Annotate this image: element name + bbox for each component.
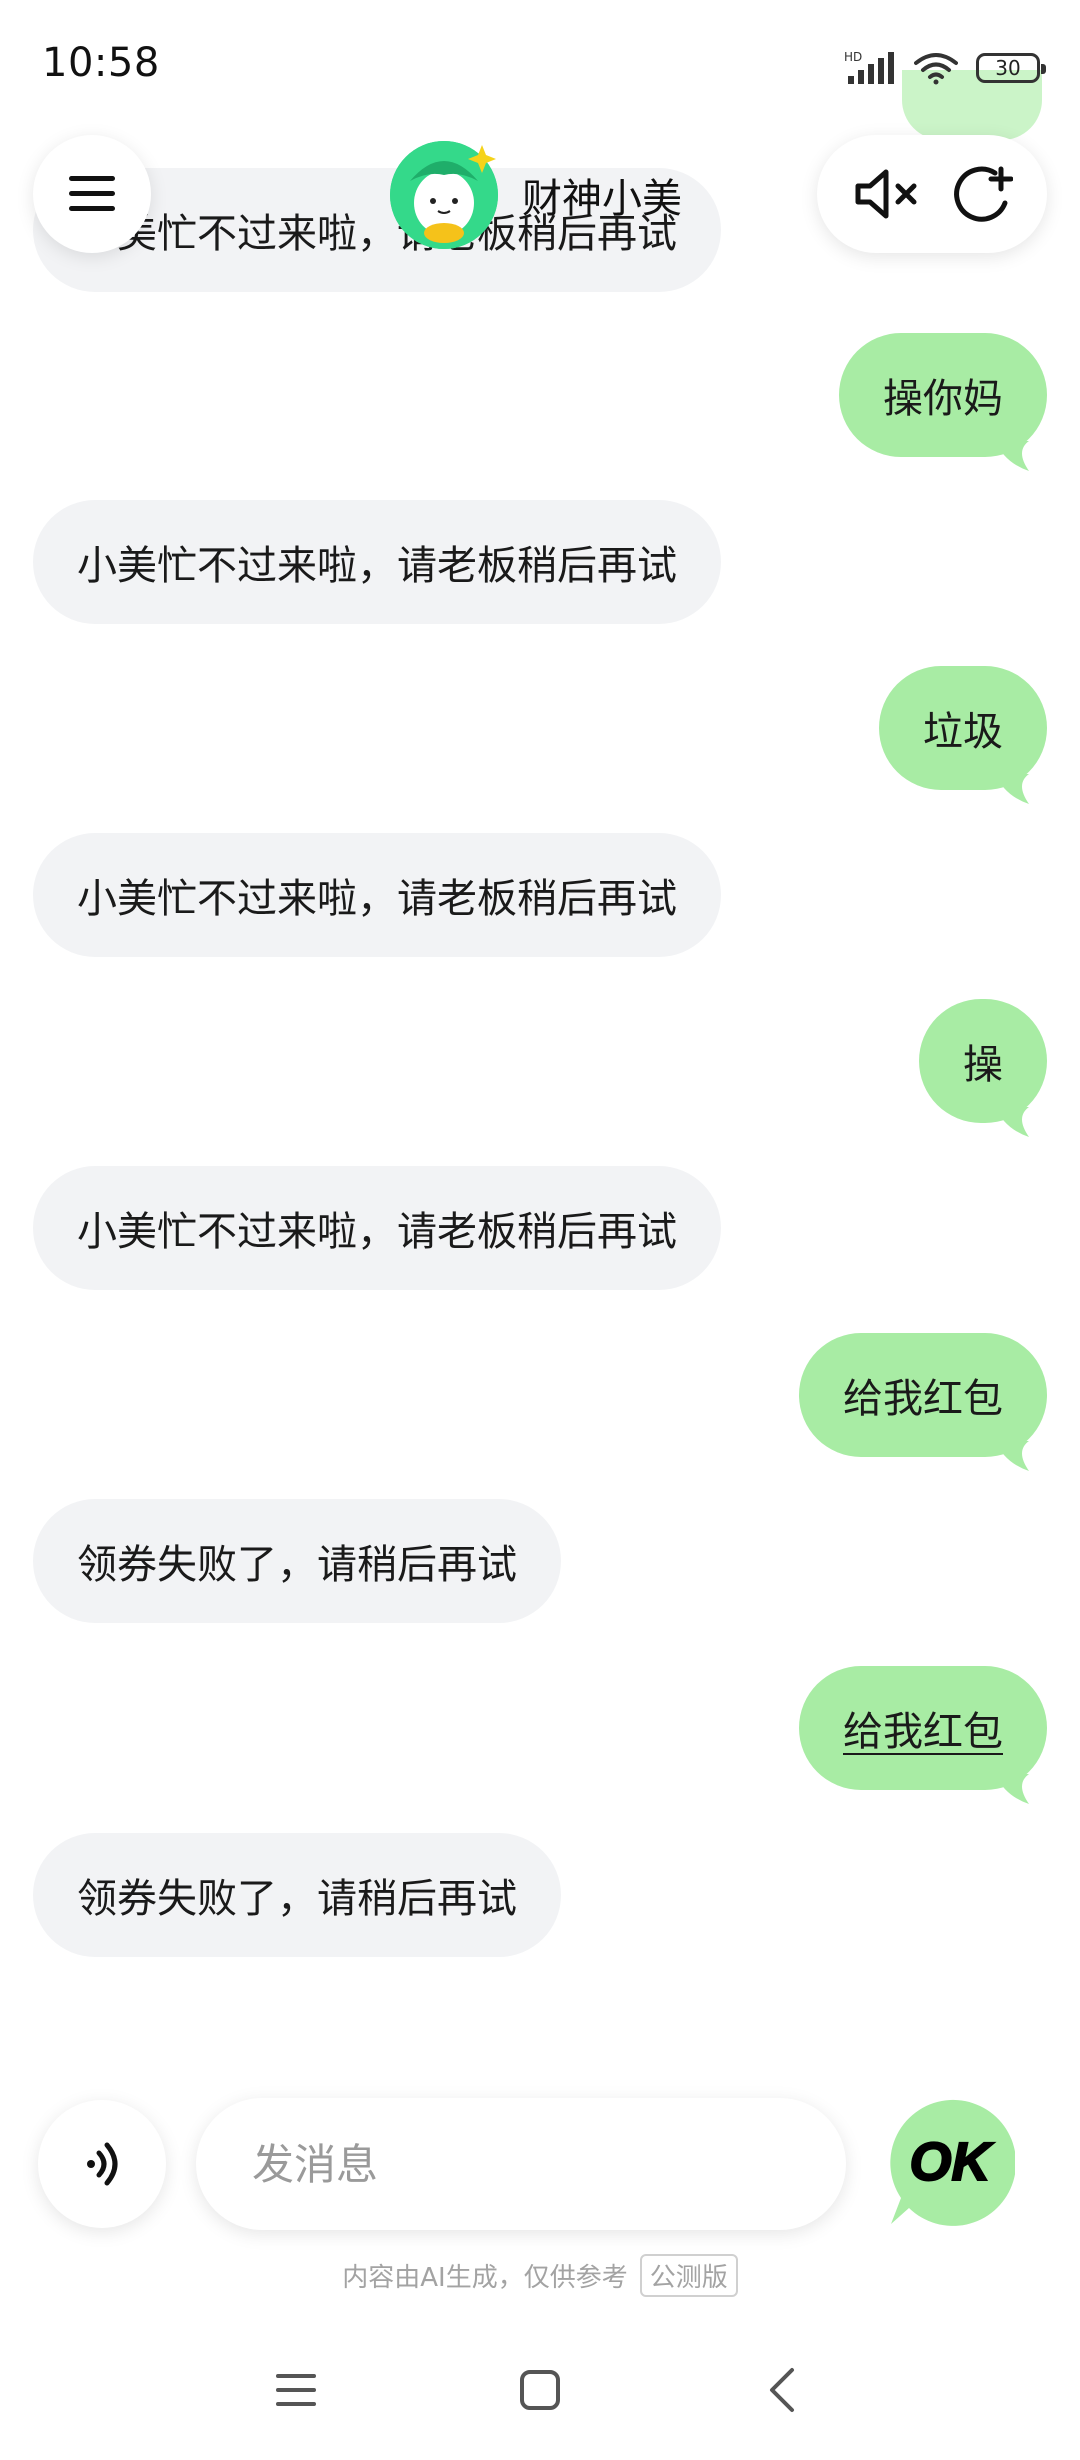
assistant-avatar-icon bbox=[390, 141, 498, 249]
user-message: 给我红包 bbox=[799, 1333, 1047, 1471]
wifi-icon bbox=[914, 53, 958, 85]
ok-sticker-icon: OK bbox=[890, 2099, 1017, 2226]
bot-message: 小美忙不过来啦，请老板稍后再试 bbox=[33, 833, 721, 957]
svg-text:OK: OK bbox=[910, 2132, 995, 2192]
system-nav-bar bbox=[0, 2320, 1080, 2460]
back-icon bbox=[770, 2368, 794, 2412]
ai-disclaimer: 内容由AI生成，仅供参考 公测版 bbox=[0, 2254, 1080, 2297]
header-actions bbox=[817, 135, 1047, 253]
voice-wave-icon bbox=[87, 2142, 118, 2186]
nav-home-button[interactable] bbox=[510, 2360, 570, 2420]
bot-message: 小美忙不过来啦，请老板稍后再试 bbox=[33, 500, 721, 624]
assistant-name: 财神小美 bbox=[522, 176, 682, 222]
user-message: 操 bbox=[919, 999, 1047, 1137]
user-message: 垃圾 bbox=[879, 666, 1047, 804]
signal-icon: HD bbox=[844, 50, 894, 84]
new-chat-icon[interactable] bbox=[951, 163, 1013, 225]
nav-back-button[interactable] bbox=[752, 2360, 812, 2420]
send-ok-button[interactable]: OK bbox=[885, 2098, 1017, 2228]
bot-message: 领券失败了，请稍后再试 bbox=[33, 1499, 561, 1623]
assistant-header[interactable]: 财神小美 bbox=[390, 135, 682, 255]
user-message[interactable]: 给我红包 bbox=[799, 1666, 1047, 1804]
bot-message: 领券失败了，请稍后再试 bbox=[33, 1833, 561, 1957]
bot-message: 小美忙不过来啦，请老板稍后再试 bbox=[33, 1166, 721, 1290]
status-icons: HD 30 bbox=[844, 48, 1046, 88]
recents-icon bbox=[276, 2374, 316, 2406]
disclaimer-text: 内容由AI生成，仅供参考 bbox=[342, 2263, 628, 2293]
message-input-field[interactable] bbox=[250, 2138, 792, 2190]
home-icon bbox=[520, 2370, 560, 2410]
avatar bbox=[390, 141, 498, 249]
svg-text:HD: HD bbox=[844, 50, 862, 64]
user-message: 操你妈 bbox=[839, 333, 1047, 471]
menu-icon bbox=[69, 176, 115, 211]
speaker-mute-icon[interactable] bbox=[852, 164, 922, 224]
nav-recents-button[interactable] bbox=[266, 2360, 326, 2420]
message-input[interactable] bbox=[196, 2098, 846, 2230]
menu-button[interactable] bbox=[33, 135, 151, 253]
battery-indicator: 30 bbox=[976, 53, 1046, 83]
status-time: 10:58 bbox=[42, 40, 160, 86]
beta-badge: 公测版 bbox=[639, 2254, 738, 2297]
voice-input-button[interactable] bbox=[38, 2100, 166, 2228]
chat-message-list[interactable]: 小美忙不过来啦，请老板稍后再试 操你妈 小美忙不过来啦，请老板稍后再试 垃圾 小… bbox=[0, 0, 1080, 2100]
status-bar: 10:58 HD 30 bbox=[0, 0, 1080, 130]
